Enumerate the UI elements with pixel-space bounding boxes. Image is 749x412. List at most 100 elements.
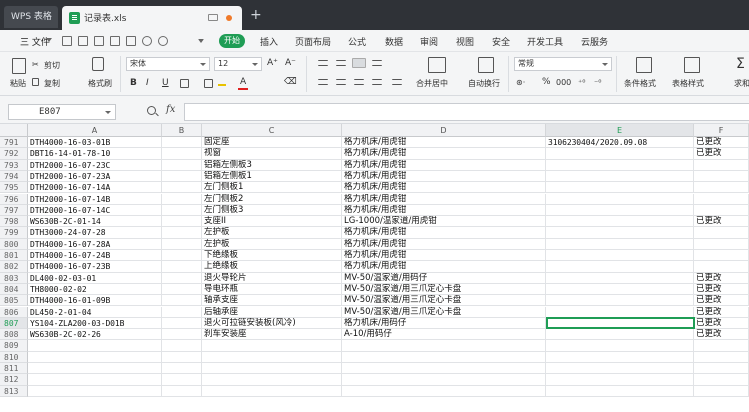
cell-f[interactable] <box>694 340 749 352</box>
new-tab-button[interactable]: + <box>250 8 262 22</box>
cell-d[interactable]: 格力机床/用虎钳 <box>342 204 546 217</box>
spreadsheet-grid[interactable]: A B C D E F 791 DTH4000-16-03-01B 固定座 格力机床/… <box>0 124 749 412</box>
chevron-down-icon[interactable] <box>46 38 52 42</box>
cell-a[interactable]: DTH4000-16-03-01B <box>28 137 162 149</box>
cell-e[interactable]: 3106230404/2020.09.08 <box>546 137 694 149</box>
cell-e[interactable] <box>546 216 694 228</box>
cell-b[interactable] <box>162 385 202 397</box>
underline-button[interactable]: U <box>162 78 169 88</box>
cell-c[interactable]: 左门侧板1 <box>202 182 342 194</box>
table-row[interactable]: 805 DTH4000-16-01-09B 轴承支座 MV-50/温家道/用三爪定心卡… <box>0 295 749 307</box>
align-left-icon[interactable] <box>372 60 382 66</box>
undo-icon[interactable] <box>142 36 152 46</box>
cell-b[interactable] <box>162 295 202 307</box>
cell-b[interactable] <box>162 193 202 205</box>
cell-d[interactable] <box>342 385 546 397</box>
border-icon[interactable] <box>180 79 189 88</box>
table-style-icon[interactable] <box>684 57 700 73</box>
cell-a[interactable]: DTH2000-16-07-14A <box>28 182 162 194</box>
table-row[interactable]: 800 DTH4000-16-07-28A 左护板 格力机床/用虎钳 <box>0 238 749 250</box>
cell-f[interactable] <box>694 204 749 217</box>
font-name-select[interactable]: 宋体 <box>126 57 210 71</box>
cell-d[interactable]: 格力机床/用虎钳 <box>342 227 546 239</box>
shrink-font-button[interactable]: A⁻ <box>285 58 296 68</box>
thousands-button[interactable]: 000 <box>556 78 571 87</box>
column-header-d[interactable]: D <box>342 124 546 137</box>
cell-d[interactable]: LG-1000/温家道/用虎钳 <box>342 216 546 228</box>
italic-button[interactable]: I <box>146 78 149 88</box>
cell-e[interactable] <box>546 261 694 273</box>
row-header[interactable]: 813 <box>0 385 28 397</box>
cell-c[interactable]: 导电环瓶 <box>202 283 342 296</box>
cell-c[interactable]: 支座II <box>202 216 342 228</box>
cell-a[interactable]: YS104-ZLA200-03-D01B <box>28 317 162 330</box>
document-tab[interactable]: 记录表.xls <box>62 6 242 30</box>
cell-e[interactable] <box>546 193 694 205</box>
cell-a[interactable]: DTH4000-16-07-28A <box>28 238 162 250</box>
cell-c[interactable]: 左护板 <box>202 238 342 250</box>
cell-b[interactable] <box>162 261 202 273</box>
cell-d[interactable]: 格力机床/用虎钳 <box>342 250 546 262</box>
cell-b[interactable] <box>162 317 202 330</box>
function-button[interactable]: fx <box>166 104 175 115</box>
fill-color-icon[interactable] <box>204 79 213 88</box>
cell-e[interactable] <box>546 363 694 375</box>
increase-decimal-icon[interactable]: ⁺⁰ <box>578 78 585 87</box>
cell-a[interactable]: WS630B-2C-01-14 <box>28 216 162 228</box>
cell-a[interactable]: DTH4000-16-07-24B <box>28 250 162 262</box>
monitor-icon[interactable] <box>208 14 218 21</box>
search-icon[interactable] <box>147 106 156 115</box>
table-row[interactable]: 798 WS630B-2C-01-14 支座II LG-1000/温家道/用虎钳 已更改 <box>0 216 749 228</box>
cell-e[interactable] <box>546 374 694 386</box>
row-header[interactable]: 792 <box>0 148 28 160</box>
number-format-select[interactable]: 常规 <box>514 57 612 71</box>
row-header[interactable]: 799 <box>0 227 28 239</box>
justify-icon[interactable] <box>372 79 382 85</box>
distributed-icon[interactable] <box>392 79 402 85</box>
row-header[interactable]: 808 <box>0 329 28 341</box>
cell-c[interactable] <box>202 363 342 375</box>
copy-button[interactable]: 复制 <box>44 78 60 89</box>
cell-f[interactable]: 已更改 <box>694 137 749 149</box>
cell-f[interactable]: 已更改 <box>694 329 749 341</box>
copy-icon[interactable] <box>32 78 39 86</box>
paste-button[interactable]: 粘贴 <box>10 78 26 89</box>
cell-e[interactable] <box>546 159 694 171</box>
column-header-e[interactable]: E <box>546 124 694 137</box>
cell-f[interactable] <box>694 351 749 363</box>
cell-d[interactable]: 格力机床/用虎钳 <box>342 148 546 160</box>
table-row[interactable]: 791 DTH4000-16-03-01B 固定座 格力机床/用虎钳 310623040… <box>0 137 749 149</box>
tab-view[interactable]: 视图 <box>456 35 474 48</box>
cell-d[interactable] <box>342 374 546 386</box>
cell-f[interactable] <box>694 159 749 171</box>
name-box[interactable]: E807 <box>8 104 116 120</box>
cell-d[interactable]: MV-50/温家道/用三爪定心卡盘 <box>342 283 546 296</box>
cell-d[interactable]: MV-50/温家道/用码仔 <box>342 272 546 284</box>
cell-c[interactable]: 左护板 <box>202 227 342 239</box>
cell-c[interactable]: 铝箱左侧板1 <box>202 170 342 183</box>
cell-d[interactable]: 格力机床/用虎钳 <box>342 182 546 194</box>
redo-icon[interactable] <box>158 36 168 46</box>
row-header[interactable]: 807 <box>0 317 28 330</box>
table-row[interactable]: 804 TH8000-02-02 导电环瓶 MV-50/温家道/用三爪定心卡盘 已更改 <box>0 283 749 296</box>
table-row[interactable]: 792 DBT16-14-01-78-10 视窗 格力机床/用虎钳 已更改 <box>0 148 749 160</box>
merge-center-icon[interactable] <box>428 57 446 73</box>
conditional-format-icon[interactable] <box>636 57 652 73</box>
font-size-select[interactable]: 12 <box>214 57 262 71</box>
table-row[interactable]: 796 DTH2000-16-07-14B 左门侧板2 格力机床/用虎钳 <box>0 193 749 205</box>
table-row[interactable]: 799 DTH3000-24-07-28 左护板 格力机床/用虎钳 <box>0 227 749 239</box>
format-painter-button[interactable]: 格式刷 <box>88 78 112 89</box>
cell-c[interactable]: 铝箱左侧板3 <box>202 159 342 171</box>
formula-input[interactable] <box>184 103 749 121</box>
column-header-b[interactable]: B <box>162 124 202 137</box>
cell-e[interactable] <box>546 250 694 262</box>
cut-button[interactable]: 剪切 <box>44 60 60 71</box>
row-header[interactable]: 806 <box>0 306 28 318</box>
cell-c[interactable]: 刹车安装座 <box>202 329 342 341</box>
row-header[interactable]: 800 <box>0 238 28 250</box>
row-header[interactable]: 802 <box>0 261 28 273</box>
wrap-text-button[interactable]: 自动换行 <box>468 78 500 89</box>
cell-c[interactable]: 退火可拉链安装板(风冷) <box>202 317 342 330</box>
table-row[interactable]: 810 <box>0 351 749 363</box>
cell-f[interactable] <box>694 363 749 375</box>
